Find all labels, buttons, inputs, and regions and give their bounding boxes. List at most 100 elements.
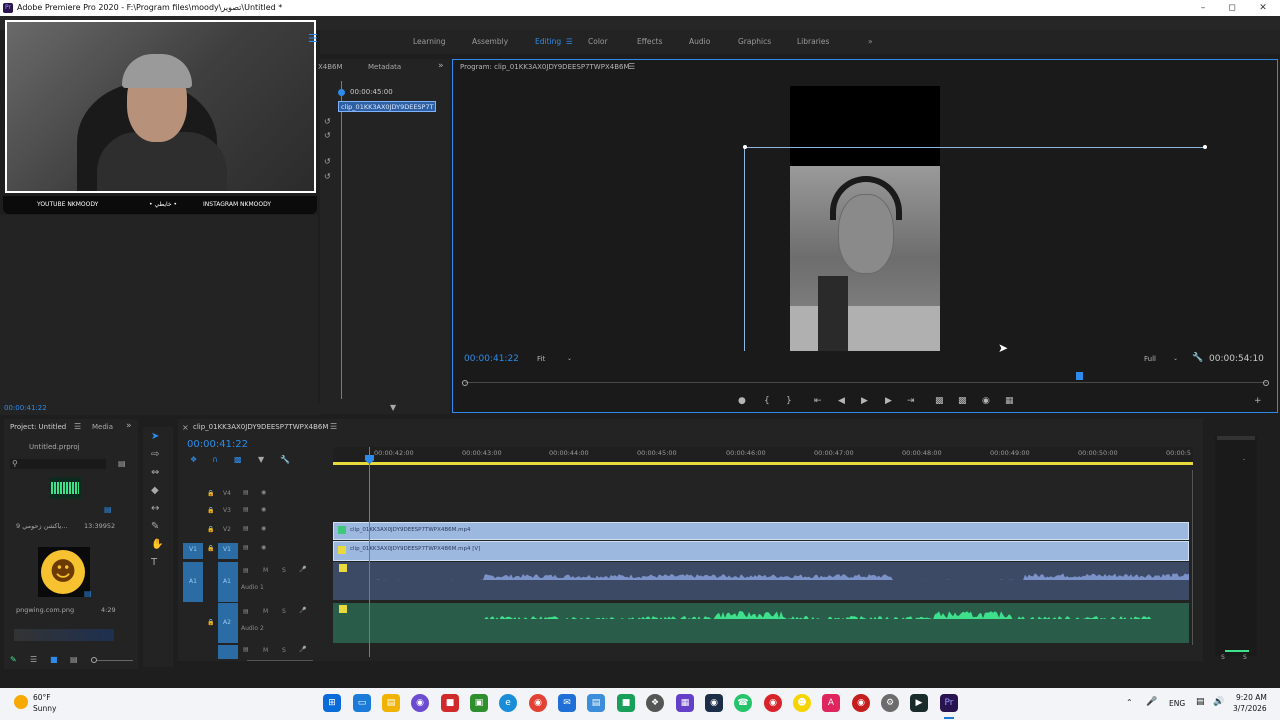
new-bin-icon[interactable]: ▤ [118, 459, 126, 468]
sync-lock-icon[interactable]: ▤ [243, 506, 249, 513]
close-button[interactable]: ✕ [1246, 0, 1280, 16]
microphone-icon[interactable]: 🎤 [299, 566, 306, 573]
lock-icon[interactable]: 🔒 [207, 507, 214, 514]
workspace-assembly[interactable]: Assembly [472, 37, 508, 46]
lock-icon[interactable]: 🔒 [207, 619, 214, 626]
mark-out-icon[interactable]: } [786, 396, 792, 406]
icon-view-icon[interactable]: ■ [50, 655, 58, 664]
hand-tool-icon[interactable]: ✋ [151, 539, 163, 550]
lock-icon[interactable]: 🔒 [207, 526, 214, 533]
project-tab[interactable]: Project: Untitled [10, 423, 66, 431]
metadata-tab[interactable]: Metadata [368, 63, 401, 71]
undo-icon-3[interactable]: ↺ [324, 157, 331, 166]
sync-lock-icon[interactable]: ▤ [243, 608, 249, 615]
meter-solo-left[interactable]: S [1221, 654, 1225, 661]
twitch-icon[interactable]: ▦ [676, 694, 694, 712]
sync-lock-icon[interactable]: ▤ [243, 646, 249, 653]
timeline-vscroll[interactable] [1192, 470, 1193, 645]
app-icon-green[interactable]: ■ [617, 694, 635, 712]
audio-thumbnail[interactable] [49, 477, 81, 499]
freeform-view-icon[interactable]: ▤ [70, 655, 78, 664]
lock-icon[interactable]: 🔒 [207, 490, 214, 497]
export-frame-icon[interactable]: ◉ [982, 396, 990, 406]
microphone-icon[interactable]: 🎤 [299, 607, 306, 614]
volume-icon[interactable]: 🔊 [1213, 697, 1224, 707]
scrubber-start-handle[interactable] [462, 380, 468, 386]
audio-clip-a1[interactable] [333, 562, 1189, 600]
snapchat-icon[interactable]: ☻ [793, 694, 811, 712]
mute-button[interactable]: M [263, 608, 268, 615]
button-editor-icon[interactable]: + [1254, 396, 1262, 406]
workspace-editing[interactable]: Editing [535, 37, 561, 46]
tray-expand-icon[interactable]: ⌃ [1126, 698, 1133, 707]
workspace-color[interactable]: Color [588, 37, 608, 46]
mute-button[interactable]: M [263, 647, 268, 654]
add-marker-timeline-icon[interactable]: ▼ [258, 455, 264, 464]
nest-icon[interactable]: ❖ [190, 455, 197, 464]
add-marker-icon[interactable]: ● [738, 396, 746, 406]
project-item2-name[interactable]: pngwing.com.png [16, 606, 74, 614]
app-icon-dark-red[interactable]: ◉ [852, 694, 870, 712]
project-item1-name[interactable]: 9 ياكشن زحومي... [16, 522, 68, 530]
workspace-learning[interactable]: Learning [413, 37, 446, 46]
snap-icon[interactable]: ∩ [212, 455, 218, 464]
resolution-dropdown[interactable]: Full [1144, 355, 1156, 363]
nvidia-icon[interactable]: ▶ [910, 694, 928, 712]
steam-icon[interactable]: ◉ [705, 694, 723, 712]
eye-icon[interactable]: ◉ [261, 506, 266, 513]
sequence-menu-icon[interactable]: ☰ [330, 422, 337, 431]
go-to-out-icon[interactable]: ⇥ [907, 396, 915, 406]
transform-handle-tl[interactable] [743, 145, 747, 149]
panel-overflow-icon[interactable]: » [438, 61, 444, 71]
program-menu-icon[interactable]: ☰ [628, 62, 635, 71]
source-playhead-handle[interactable] [338, 89, 345, 96]
close-sequence-icon[interactable]: × [182, 423, 189, 432]
sync-lock-icon[interactable]: ▤ [243, 525, 249, 532]
chatgpt-icon[interactable]: ❖ [646, 694, 664, 712]
adobe-app-icon[interactable]: A [822, 694, 840, 712]
linked-selection-icon[interactable]: ▩ [234, 455, 242, 464]
microphone-icon[interactable]: 🎤 [299, 646, 306, 653]
app-icon-red[interactable]: ■ [441, 694, 459, 712]
pencil-icon[interactable]: ✎ [10, 655, 17, 664]
play-button[interactable]: ▶ [861, 396, 868, 406]
solo-button[interactable]: S [282, 567, 286, 574]
project-search-input[interactable] [10, 459, 106, 469]
emoji-thumbnail[interactable]: ☻ [38, 547, 90, 597]
eye-icon[interactable]: ◉ [261, 525, 266, 532]
resolution-chevron-icon[interactable]: ⌄ [1173, 355, 1178, 362]
premiere-taskbar-icon[interactable]: Pr [940, 694, 958, 712]
slip-tool-icon[interactable]: ↔ [151, 503, 159, 514]
microphone-tray-icon[interactable]: 🎤 [1146, 697, 1157, 707]
undo-icon-2[interactable]: ↺ [324, 131, 331, 140]
pen-tool-icon[interactable]: ✎ [151, 521, 159, 532]
discord-icon[interactable]: ◉ [411, 694, 429, 712]
clock-date[interactable]: 3/7/2026 [1233, 704, 1267, 713]
program-scrubber-track[interactable] [465, 382, 1267, 383]
video-clip-v2[interactable]: clip_01KK3AX0JDY9DEESP7TWPX4B6M.mp4 [333, 522, 1189, 540]
maximize-button[interactable]: ◻ [1215, 0, 1249, 16]
work-area-bar[interactable] [333, 462, 1193, 465]
start-icon[interactable]: ⊞ [323, 694, 341, 712]
type-tool-icon[interactable]: T [151, 557, 157, 568]
comparison-view-icon[interactable]: ▦ [1005, 396, 1014, 406]
weather-icon[interactable] [14, 695, 28, 709]
transform-handle-tr[interactable] [1203, 145, 1207, 149]
mark-in-icon[interactable]: { [764, 396, 770, 406]
step-back-icon[interactable]: ◀ [838, 396, 845, 406]
capcut-icon[interactable]: ◉ [764, 694, 782, 712]
list-view-icon[interactable]: ☰ [30, 655, 37, 664]
workspace-graphics[interactable]: Graphics [738, 37, 771, 46]
hamburger-menu-icon[interactable]: ☰ [308, 32, 324, 45]
program-playhead-handle[interactable] [1076, 372, 1083, 380]
zoom-slider-track[interactable] [97, 660, 133, 661]
project-menu-icon[interactable]: ☰ [74, 422, 81, 431]
selection-tool-icon[interactable]: ➤ [151, 431, 159, 442]
workspace-audio[interactable]: Audio [689, 37, 710, 46]
undo-icon[interactable]: ↺ [324, 117, 331, 126]
workspace-effects[interactable]: Effects [637, 37, 663, 46]
source-clip-label[interactable]: clip_01KK3AX0JDY9DEESP7T [338, 101, 436, 112]
outlook-icon[interactable]: ✉ [558, 694, 576, 712]
search-taskbar-icon[interactable]: ▭ [353, 694, 371, 712]
mute-button[interactable]: M [263, 567, 268, 574]
